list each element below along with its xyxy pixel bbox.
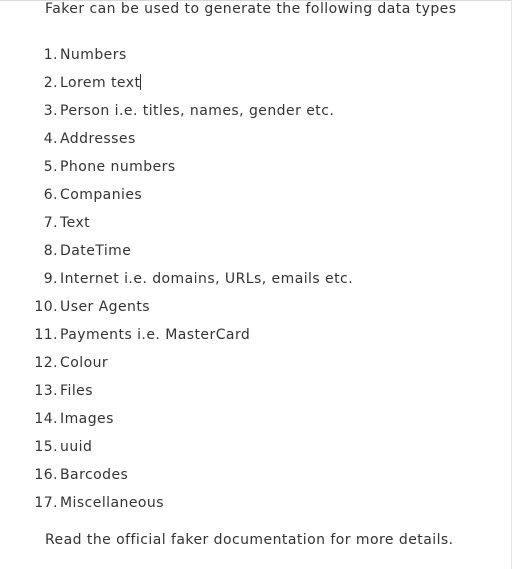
- outro-paragraph[interactable]: Read the official faker documentation fo…: [45, 531, 454, 549]
- list-item-label[interactable]: Person i.e. titles, names, gender etc.: [60, 102, 334, 120]
- list-item-number: 7.: [43, 215, 58, 231]
- list-item-label[interactable]: Companies: [60, 186, 142, 204]
- list-item-number: 2.: [43, 75, 58, 91]
- list-item-label[interactable]: Files: [60, 382, 93, 400]
- list-item-number: 16.: [34, 467, 58, 483]
- list-item-number: 9.: [43, 271, 58, 287]
- list-item-number: 3.: [43, 103, 58, 119]
- list-item-number: 12.: [34, 355, 58, 371]
- list-item-label[interactable]: Phone numbers: [60, 158, 176, 176]
- text-cursor: [140, 74, 142, 90]
- list-item-number: 14.: [34, 411, 58, 427]
- list-item-label[interactable]: Text: [60, 214, 90, 232]
- list-item-label[interactable]: uuid: [60, 438, 92, 456]
- list-item-number: 4.: [43, 131, 58, 147]
- list-item-label[interactable]: Miscellaneous: [60, 494, 164, 512]
- list-item-number: 8.: [43, 243, 58, 259]
- list-item-number: 11.: [34, 327, 58, 343]
- list-item-label[interactable]: Payments i.e. MasterCard: [60, 326, 250, 344]
- list-item-number: 15.: [34, 439, 58, 455]
- list-item-label[interactable]: Images: [60, 410, 114, 428]
- list-item-number: 17.: [34, 495, 58, 511]
- list-item-label[interactable]: User Agents: [60, 298, 150, 316]
- list-item-label[interactable]: Colour: [60, 354, 108, 372]
- list-item-label[interactable]: Internet i.e. domains, URLs, emails etc.: [60, 270, 353, 288]
- list-item-text[interactable]: Lorem text: [60, 75, 140, 91]
- list-item-number: 10.: [34, 299, 58, 315]
- list-item-number: 5.: [43, 159, 58, 175]
- list-item-label[interactable]: Lorem text: [60, 74, 142, 92]
- list-item-label[interactable]: Numbers: [60, 46, 127, 64]
- list-item-label[interactable]: Barcodes: [60, 466, 128, 484]
- list-item-number: 6.: [43, 187, 58, 203]
- list-item-number: 13.: [34, 383, 58, 399]
- list-item-label[interactable]: DateTime: [60, 242, 131, 260]
- list-item-label[interactable]: Addresses: [60, 130, 136, 148]
- intro-paragraph[interactable]: Faker can be used to generate the follow…: [45, 0, 457, 18]
- list-item-number: 1.: [43, 47, 58, 63]
